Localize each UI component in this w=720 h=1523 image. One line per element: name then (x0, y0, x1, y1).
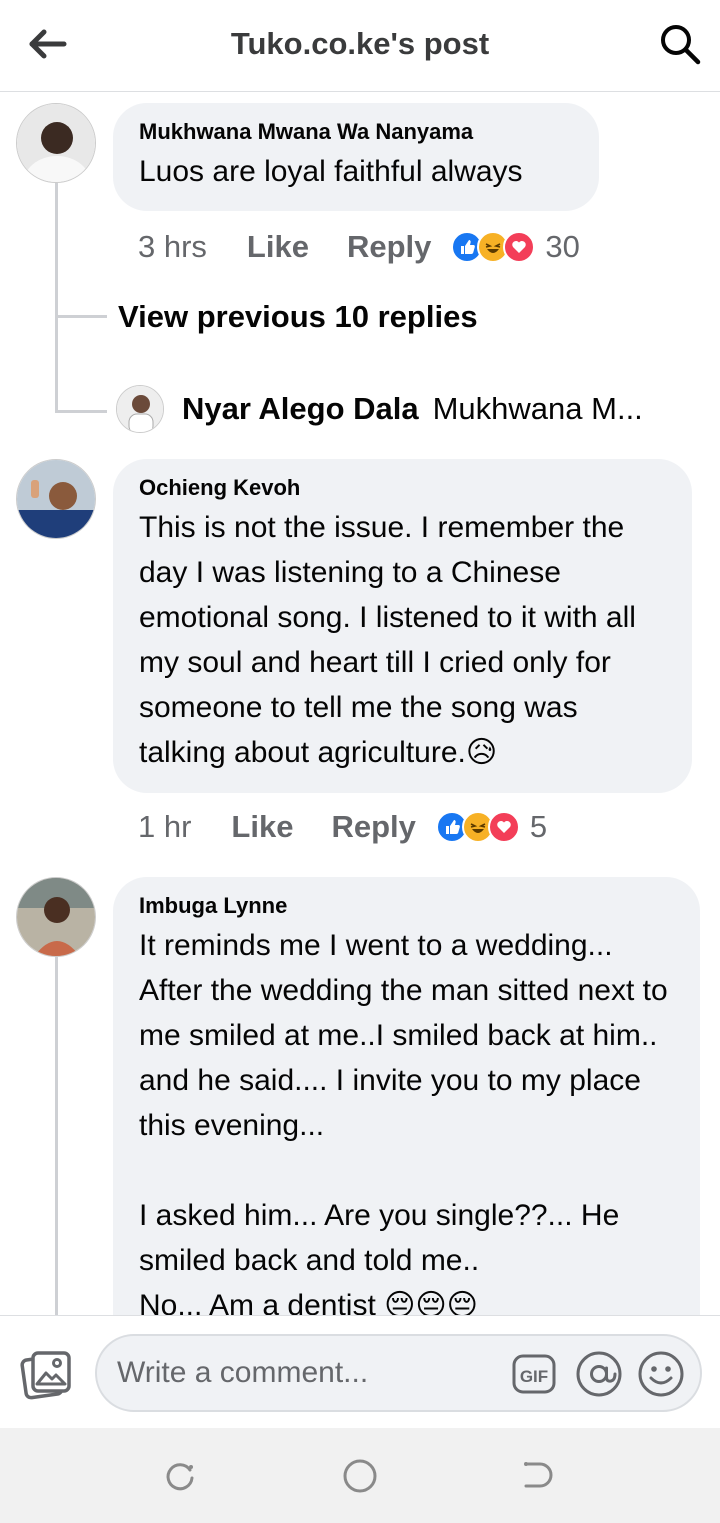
reply-button[interactable]: Reply (331, 809, 415, 845)
comment-input-container: GIF (95, 1334, 702, 1412)
smiley-icon (638, 1351, 684, 1397)
reply-snippet: Mukhwana M... (432, 391, 643, 426)
comment-text: Luos are loyal faithful always (139, 155, 523, 188)
view-previous-replies-link[interactable]: View previous 10 replies (118, 299, 478, 335)
recents-icon (166, 1463, 194, 1491)
reply-author[interactable]: Nyar Alego Dala (182, 391, 419, 427)
search-button[interactable] (658, 22, 702, 66)
mention-button[interactable] (575, 1350, 623, 1398)
comment-text: This is not the issue. I remember the da… (139, 511, 645, 769)
reactions-summary[interactable] (451, 231, 536, 263)
comment-text: It reminds me I went to a wedding... Aft… (139, 929, 668, 1315)
comment-bubble[interactable]: Mukhwana Mwana Wa Nanyama Luos are loyal… (113, 103, 599, 211)
comment-meta: 3 hrs Like Reply 30 (138, 229, 580, 265)
emoji-button[interactable] (637, 1350, 685, 1398)
system-navigation-bar (0, 1428, 720, 1523)
thread-branch (55, 315, 107, 318)
avatar[interactable] (16, 459, 96, 539)
gif-button[interactable]: GIF (511, 1352, 557, 1396)
comment-author[interactable]: Imbuga Lynne (139, 893, 674, 919)
comment-bubble[interactable]: Imbuga Lynne It reminds me I went to a w… (113, 877, 700, 1315)
back-gesture-icon (524, 1462, 553, 1488)
like-button[interactable]: Like (247, 229, 309, 265)
gif-label: GIF (520, 1367, 548, 1386)
reaction-count[interactable]: 5 (530, 809, 547, 845)
comment-time[interactable]: 1 hr (138, 809, 191, 845)
comment-author[interactable]: Mukhwana Mwana Wa Nanyama (139, 119, 573, 145)
like-button[interactable]: Like (231, 809, 293, 845)
reply-preview[interactable]: Nyar Alego Dala Mukhwana M... (116, 385, 643, 433)
comment-input[interactable] (117, 1350, 497, 1396)
comment-bubble[interactable]: Ochieng Kevoh This is not the issue. I r… (113, 459, 692, 793)
reaction-count[interactable]: 30 (545, 229, 579, 265)
photo-icon (20, 1351, 71, 1400)
page-title: Tuko.co.ke's post (230, 26, 490, 61)
at-sign-icon (576, 1351, 622, 1397)
search-icon (661, 25, 701, 65)
add-photo-button[interactable] (20, 1348, 74, 1402)
thread-line (55, 183, 58, 413)
thread-line (55, 957, 58, 1315)
comment-composer: GIF (0, 1315, 720, 1428)
comment-time[interactable]: 3 hrs (138, 229, 207, 265)
thread-branch (55, 410, 107, 413)
reply-button[interactable]: Reply (347, 229, 431, 265)
top-app-bar: Tuko.co.ke's post (0, 0, 720, 92)
recents-button[interactable] (160, 1456, 200, 1496)
comment-author[interactable]: Ochieng Kevoh (139, 475, 666, 501)
love-reaction-icon (487, 811, 520, 843)
back-nav-button[interactable] (518, 1456, 558, 1496)
comment-meta: 1 hr Like Reply 5 (138, 809, 547, 845)
avatar[interactable] (16, 877, 96, 957)
reactions-summary[interactable] (435, 811, 520, 843)
avatar[interactable] (16, 103, 96, 183)
avatar[interactable] (116, 385, 164, 433)
comments-feed[interactable]: Mukhwana Mwana Wa Nanyama Luos are loyal… (0, 93, 720, 1315)
home-button[interactable] (340, 1456, 380, 1496)
love-reaction-icon (503, 231, 536, 263)
home-circle-icon (343, 1459, 377, 1493)
